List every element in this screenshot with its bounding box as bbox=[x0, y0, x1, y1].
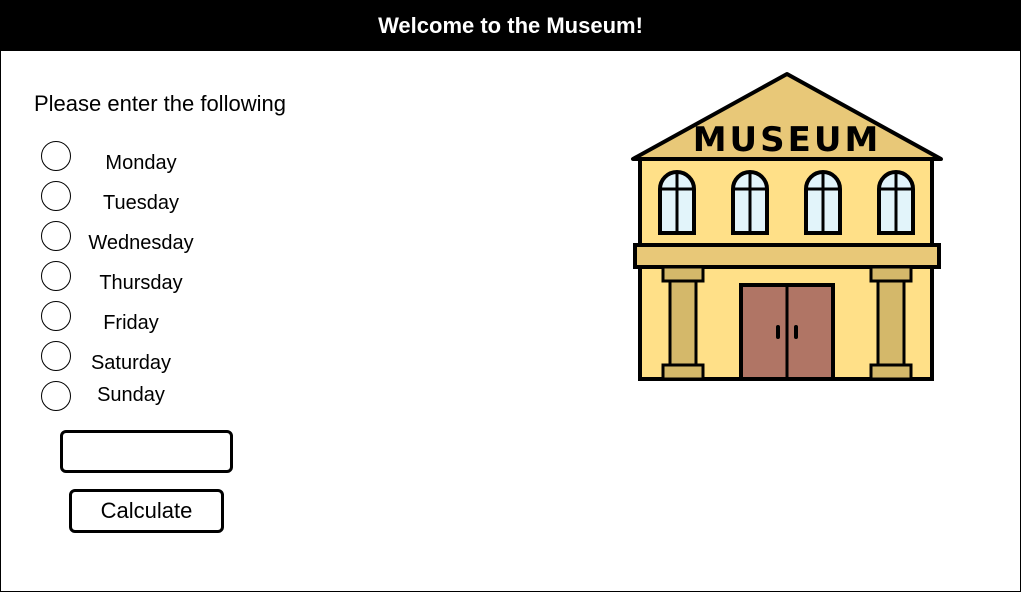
right-pillar bbox=[869, 265, 913, 381]
day-label-tuesday: Tuesday bbox=[103, 192, 179, 214]
day-label-sunday: Sunday bbox=[97, 384, 165, 406]
day-label-monday: Monday bbox=[105, 152, 177, 174]
museum-building-icon: MUSEUM bbox=[631, 72, 943, 381]
radio-wednesday[interactable] bbox=[41, 221, 71, 251]
museum-door bbox=[739, 283, 835, 381]
window-icon bbox=[877, 170, 915, 235]
left-pillar bbox=[661, 265, 705, 381]
title-bar: Welcome to the Museum! bbox=[1, 1, 1020, 51]
page-title: Welcome to the Museum! bbox=[378, 13, 643, 38]
museum-sign-text: MUSEUM bbox=[693, 120, 882, 160]
form-prompt: Please enter the following bbox=[34, 91, 286, 116]
museum-cornice bbox=[633, 243, 941, 269]
day-label-wednesday: Wednesday bbox=[88, 232, 194, 254]
day-label-friday: Friday bbox=[103, 312, 159, 334]
app-window: Welcome to the Museum! Please enter the … bbox=[0, 0, 1021, 592]
radio-thursday[interactable] bbox=[41, 261, 71, 291]
day-label-saturday: Saturday bbox=[90, 352, 172, 374]
radio-monday[interactable] bbox=[41, 141, 71, 171]
radio-tuesday[interactable] bbox=[41, 181, 71, 211]
result-input[interactable] bbox=[60, 430, 233, 473]
calculate-button[interactable]: Calculate bbox=[69, 489, 224, 533]
window-icon bbox=[731, 170, 769, 235]
window-icon bbox=[804, 170, 842, 235]
day-label-thursday: Thursday bbox=[99, 272, 183, 294]
window-icon bbox=[658, 170, 696, 235]
